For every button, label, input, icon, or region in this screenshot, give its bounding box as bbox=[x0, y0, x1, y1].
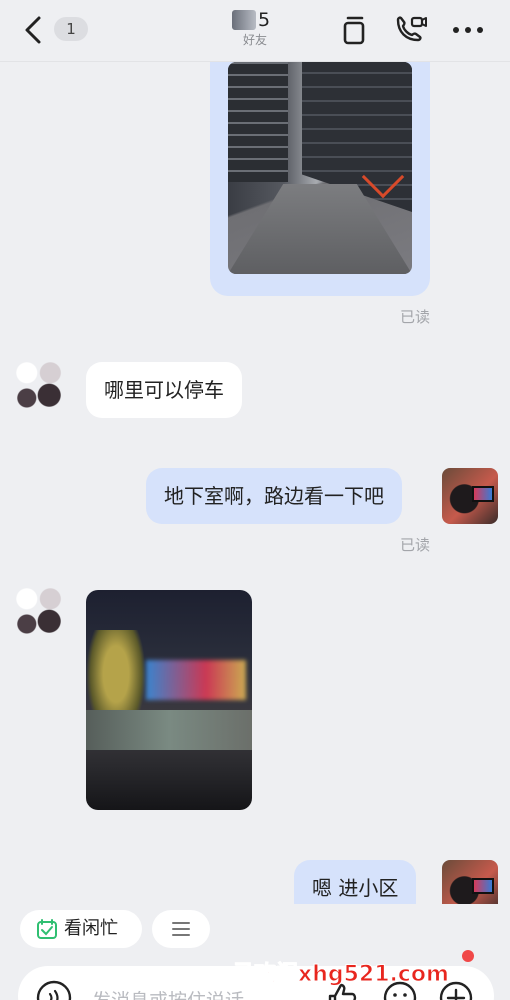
street-photo[interactable] bbox=[228, 62, 412, 274]
message-bubble-sent[interactable]: 地下室啊，路边看一下吧 bbox=[146, 468, 402, 524]
contact-avatar[interactable] bbox=[10, 582, 66, 638]
back-button[interactable] bbox=[14, 10, 54, 50]
my-avatar[interactable] bbox=[442, 860, 498, 904]
my-avatar[interactable] bbox=[442, 468, 498, 524]
contact-name-text: 5 bbox=[257, 9, 271, 31]
contact-subtitle: 好友 bbox=[242, 33, 267, 47]
message-input[interactable]: 发消息或按住说话 bbox=[92, 986, 244, 1000]
photo-building-left bbox=[228, 62, 288, 182]
image-message-sent[interactable] bbox=[210, 62, 430, 296]
blurred-name-mask bbox=[231, 10, 256, 30]
notification-dot bbox=[462, 950, 474, 962]
message-bubble-received[interactable]: 哪里可以停车 bbox=[86, 362, 242, 418]
message-bubble-sent[interactable]: 嗯 进小区 bbox=[294, 860, 417, 904]
video-call-icon bbox=[396, 16, 427, 42]
check-availability-chip[interactable]: 看闲忙 bbox=[20, 910, 142, 948]
contact-name: 5 bbox=[231, 8, 271, 32]
read-status: 已读 bbox=[399, 308, 430, 326]
chat-header: 1 5 好友 bbox=[0, 0, 510, 62]
more-button[interactable] bbox=[450, 12, 486, 48]
avatar-tv-detail bbox=[472, 878, 494, 894]
calendar-check-icon bbox=[37, 919, 57, 939]
more-icon bbox=[453, 27, 483, 33]
copy-button[interactable] bbox=[336, 12, 372, 48]
read-status: 已读 bbox=[399, 536, 430, 554]
menu-lines-icon bbox=[172, 922, 190, 936]
photo-shop-lights bbox=[146, 660, 246, 700]
night-street-photo[interactable] bbox=[86, 590, 252, 810]
check-availability-label: 看闲忙 bbox=[64, 918, 118, 939]
voice-icon bbox=[36, 980, 72, 1000]
quick-action-bar: 看闲忙 bbox=[0, 904, 510, 954]
message-list[interactable]: 已读 哪里可以停车 地下室啊，路边看一下吧 已读 嗯 进小区 bbox=[0, 62, 510, 904]
video-call-button[interactable] bbox=[392, 12, 428, 48]
contact-title[interactable]: 5 好友 bbox=[160, 8, 350, 48]
chevron-left-icon bbox=[25, 16, 41, 44]
photo-street bbox=[86, 710, 252, 750]
site-watermark: 寻欢阁xhg521.com bbox=[232, 962, 450, 988]
contact-avatar[interactable] bbox=[10, 356, 66, 412]
unread-count-badge[interactable]: 1 bbox=[54, 17, 88, 41]
avatar-tv-detail bbox=[472, 486, 494, 502]
copy-icon bbox=[343, 16, 365, 45]
menu-chip[interactable] bbox=[152, 910, 210, 948]
voice-button[interactable] bbox=[36, 980, 72, 1000]
